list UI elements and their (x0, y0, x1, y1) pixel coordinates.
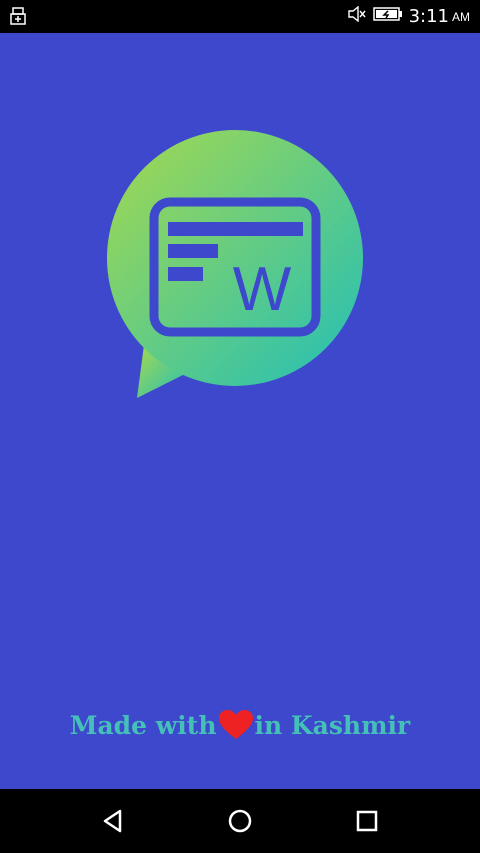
logo-letter: W (233, 255, 292, 324)
usb-icon (10, 7, 26, 30)
back-button[interactable] (93, 801, 133, 841)
home-icon (228, 809, 252, 833)
tagline-before: Made with (69, 710, 217, 740)
mute-icon (347, 5, 367, 27)
tagline-after: in Kashmir (254, 710, 411, 740)
clock-ampm: AM (452, 9, 470, 24)
heart-icon (218, 710, 254, 740)
clock-time: 3:11 (408, 6, 449, 27)
home-button[interactable] (220, 801, 260, 841)
recents-icon (356, 810, 377, 832)
app-logo: W (104, 130, 364, 400)
back-icon (104, 809, 122, 833)
navigation-bar (0, 789, 480, 853)
battery-charging-icon (372, 6, 403, 27)
status-bar: 3:11 AM (0, 0, 480, 33)
recents-button[interactable] (347, 801, 387, 841)
made-with-love-tagline: Made with in Kashmir (0, 710, 480, 740)
